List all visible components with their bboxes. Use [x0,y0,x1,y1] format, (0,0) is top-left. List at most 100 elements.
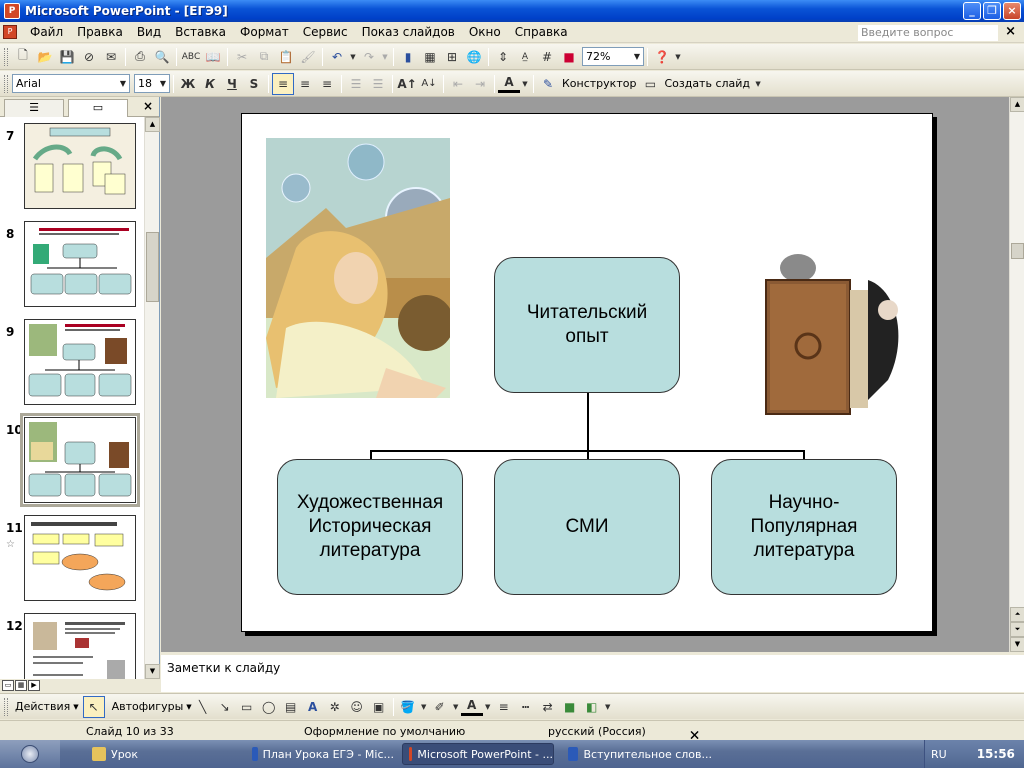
bullets-icon[interactable]: ☰ [367,73,389,95]
document-icon[interactable]: P [3,25,17,39]
scrollbar-thumb[interactable] [1011,243,1024,259]
font-color-dropdown-icon[interactable]: ▼ [483,696,493,718]
zoom-select[interactable]: 72% ▼ [582,47,644,66]
redo-icon[interactable]: ↷ [358,46,380,68]
align-right-icon[interactable]: ≡ [316,73,338,95]
shadow-button[interactable]: S [243,73,265,95]
font-color-icon[interactable]: A [460,698,483,716]
numbering-icon[interactable]: ☰ [345,73,367,95]
scroll-down-icon[interactable]: ▼ [145,664,160,679]
menu-file[interactable]: Файл [23,22,70,42]
new-icon[interactable]: 🗋 [12,46,34,68]
cut-icon[interactable]: ✂ [231,46,253,68]
toolbar-grip[interactable] [4,74,8,93]
actions-menu[interactable]: Действия [12,700,73,713]
format-painter-icon[interactable]: 🖌 [297,46,319,68]
maximize-button[interactable]: ❐ [983,2,1001,20]
open-icon[interactable]: 📂 [34,46,56,68]
fill-color-dropdown-icon[interactable]: ▼ [419,696,429,718]
task-word-plan[interactable]: План Урока ЕГЭ - Mic... [246,743,394,765]
preview-icon[interactable]: 🔍 [151,46,173,68]
oval-icon[interactable]: ◯ [258,696,280,718]
designer-icon[interactable]: ✎ [537,73,559,95]
menu-window[interactable]: Окно [462,22,508,42]
designer-button[interactable]: Конструктор [559,77,639,90]
toolbar-options-icon[interactable]: ▼ [753,73,763,95]
language-indicator[interactable]: RU [931,748,947,761]
textbox-icon[interactable]: ▤ [280,696,302,718]
slide-thumbnail[interactable]: 11 ☆ [4,515,142,605]
undo-icon[interactable]: ↶ [326,46,348,68]
font-select[interactable]: Arial ▼ [12,74,130,93]
menu-view[interactable]: Вид [130,22,168,42]
new-slide-icon[interactable]: ▭ [639,73,661,95]
diagram-icon[interactable]: ✲ [324,696,346,718]
minimize-button[interactable]: _ [963,2,981,20]
grid-icon[interactable]: # [536,46,558,68]
arrow-style-icon[interactable]: ⇄ [537,696,559,718]
menu-help[interactable]: Справка [508,22,575,42]
toolbar-grip[interactable] [4,697,8,716]
toolbar-options-icon[interactable]: ▼ [603,696,613,718]
task-powerpoint[interactable]: Microsoft PowerPoint - ... [402,743,554,765]
old-book-clipart[interactable] [758,250,908,420]
arrow-icon[interactable]: ↘ [214,696,236,718]
slide-thumbnail-selected[interactable]: 10 [4,413,142,507]
line-color-icon[interactable]: ✐ [429,696,451,718]
tab-outline[interactable]: ☰ [4,99,64,117]
decrease-font-icon[interactable]: A↓ [418,73,440,95]
spelling-icon[interactable]: ABC [180,46,202,68]
status-design[interactable]: Оформление по умолчанию [304,725,465,738]
menu-tools[interactable]: Сервис [296,22,355,42]
font-size-select[interactable]: 18 ▼ [134,74,170,93]
menu-format[interactable]: Формат [233,22,296,42]
new-slide-button[interactable]: Создать слайд [661,77,753,90]
task-folder[interactable]: Урок [86,743,236,765]
research-icon[interactable]: 📖 [202,46,224,68]
redo-dropdown-icon[interactable]: ▼ [380,46,390,68]
scroll-up-icon[interactable]: ▲ [145,117,160,132]
permission-icon[interactable]: ⊘ [78,46,100,68]
line-style-icon[interactable]: ≡ [493,696,515,718]
table-icon[interactable]: ▦ [419,46,441,68]
3d-style-icon[interactable]: ◧ [581,696,603,718]
menu-insert[interactable]: Вставка [168,22,233,42]
status-language[interactable]: русский (Россия) [548,725,646,738]
node-media[interactable]: СМИ [494,459,680,595]
slide-thumbnail[interactable]: 8 [4,221,142,311]
clipart-icon[interactable]: ☺ [346,696,368,718]
underline-button[interactable]: Ч [221,73,243,95]
powerpoint-icon[interactable]: P [4,3,20,19]
tab-slides[interactable]: ▭ [68,99,128,117]
autoshapes-menu[interactable]: Автофигуры [109,700,187,713]
select-pointer-icon[interactable]: ↖ [82,695,105,718]
picture-icon[interactable]: ▣ [368,696,390,718]
previous-slide-icon[interactable]: ⏶ [1010,607,1024,622]
normal-view-icon[interactable]: ▭ [2,680,14,691]
fantasy-girl-clipart[interactable] [266,138,450,398]
scroll-up-icon[interactable]: ▲ [1010,97,1024,112]
decrease-indent-icon[interactable]: ⇤ [447,73,469,95]
insert-table-icon[interactable]: ⊞ [441,46,463,68]
paste-icon[interactable]: 📋 [275,46,297,68]
font-color-dropdown-icon[interactable]: ▼ [520,73,530,95]
chevron-down-icon[interactable]: ▼ [157,75,169,92]
ask-question-input[interactable]: Введите вопрос [858,25,998,41]
chevron-down-icon[interactable]: ▼ [117,75,129,92]
slide-thumbnail[interactable]: 9 [4,319,142,409]
node-root[interactable]: Читательский опыт [494,257,680,393]
close-document-icon[interactable]: × [1005,24,1016,39]
expand-icon[interactable]: ⇕ [492,46,514,68]
slide-thumbnail[interactable]: 7 [4,123,142,213]
menu-slideshow[interactable]: Показ слайдов [355,22,462,42]
notes-pane[interactable]: Заметки к слайду [161,652,1024,692]
line-color-dropdown-icon[interactable]: ▼ [451,696,461,718]
dash-style-icon[interactable]: ┅ [515,696,537,718]
slide-thumbnail[interactable]: 12 [4,613,142,679]
align-left-icon[interactable]: ≡ [272,72,294,95]
thumbnails-scrollbar[interactable]: ▲ ▼ [144,117,160,679]
start-button[interactable] [0,740,60,768]
help-icon[interactable]: ❓ [651,46,673,68]
slide-scrollbar[interactable]: ▲ ⏶ ⏷ ▼ [1009,97,1024,652]
show-formatting-icon[interactable]: A̲ [514,46,536,68]
